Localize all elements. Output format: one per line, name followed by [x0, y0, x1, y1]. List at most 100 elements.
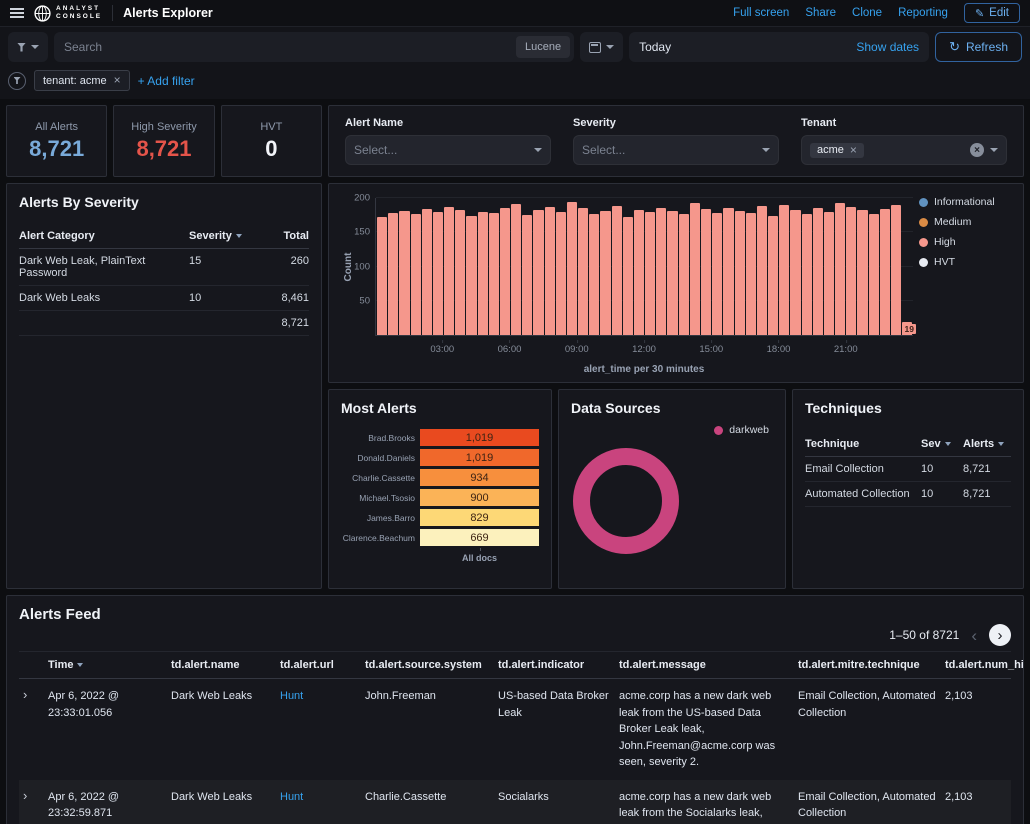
reporting-link[interactable]: Reporting [898, 7, 948, 19]
app-logo[interactable]: ANALYST CONSOLE [34, 5, 102, 22]
legend-item[interactable]: HVT [919, 256, 1011, 268]
close-icon[interactable] [114, 74, 121, 87]
data-sources-donut[interactable] [573, 448, 679, 554]
expand-row-icon[interactable] [19, 688, 43, 771]
filter-menu-icon[interactable] [8, 72, 26, 90]
histogram-bar[interactable] [690, 203, 700, 335]
histogram-bar[interactable] [377, 217, 387, 335]
legend-item[interactable]: Medium [919, 216, 1011, 228]
histogram-bar[interactable] [545, 207, 555, 335]
col-total[interactable]: Total [251, 230, 309, 242]
histogram-bar[interactable] [634, 210, 644, 335]
legend-item[interactable]: High [919, 236, 1011, 248]
histogram-bar[interactable] [455, 210, 465, 335]
histogram-bar[interactable] [411, 214, 421, 335]
histogram-bar[interactable] [667, 211, 677, 335]
histogram-bar[interactable] [891, 205, 901, 335]
date-value[interactable]: Today [639, 40, 671, 54]
refresh-button[interactable]: Refresh [935, 32, 1022, 62]
expand-row-icon[interactable] [19, 789, 43, 824]
histogram-bar[interactable] [623, 217, 633, 335]
hunt-link[interactable]: Hunt [280, 688, 360, 771]
col-alert-name[interactable]: td.alert.name [171, 659, 275, 671]
col-alert-category[interactable]: Alert Category [19, 230, 189, 242]
histogram-bar[interactable] [735, 211, 745, 335]
histogram-bar[interactable] [500, 208, 510, 335]
histogram-bar[interactable] [835, 203, 845, 335]
severity-select[interactable]: Select... [573, 135, 779, 165]
histogram-bar[interactable] [645, 212, 655, 335]
show-dates-link[interactable]: Show dates [856, 40, 919, 54]
col-mitre-technique[interactable]: td.alert.mitre.technique [798, 659, 940, 671]
histogram-bar[interactable] [723, 208, 733, 335]
histogram-bar[interactable] [880, 209, 890, 335]
histogram-bar[interactable] [813, 208, 823, 335]
col-message[interactable]: td.alert.message [619, 659, 793, 671]
full-screen-link[interactable]: Full screen [733, 7, 789, 19]
col-sev[interactable]: Sev [921, 438, 963, 450]
histogram-bar[interactable] [422, 209, 432, 335]
alert-name-select[interactable]: Select... [345, 135, 551, 165]
saved-query-button[interactable] [8, 32, 48, 62]
histogram-bar[interactable] [589, 214, 599, 335]
col-alert-url[interactable]: td.alert.url [280, 659, 360, 671]
legend-item[interactable]: Informational [919, 196, 1011, 208]
col-time[interactable]: Time [48, 659, 166, 671]
histogram-bar[interactable] [522, 215, 532, 335]
clone-link[interactable]: Clone [852, 7, 882, 19]
most-alerts-bar[interactable]: 1,019 [420, 429, 539, 446]
col-alerts[interactable]: Alerts [963, 438, 1011, 450]
tenant-select[interactable]: acme [801, 135, 1007, 165]
histogram-bar[interactable] [388, 213, 398, 335]
histogram-bar[interactable] [578, 208, 588, 335]
most-alerts-bar[interactable]: 829 [420, 509, 539, 526]
pagination-next-button[interactable] [989, 624, 1011, 646]
most-alerts-bar[interactable]: 1,019 [420, 449, 539, 466]
histogram-bar[interactable] [489, 213, 499, 335]
col-indicator[interactable]: td.alert.indicator [498, 659, 614, 671]
histogram-bar[interactable] [600, 211, 610, 335]
clear-selection-icon[interactable] [970, 143, 984, 157]
histogram-bar[interactable] [612, 206, 622, 335]
histogram-bar[interactable] [857, 210, 867, 335]
histogram-bar[interactable] [511, 204, 521, 335]
most-alerts-bar[interactable]: 900 [420, 489, 539, 506]
histogram-bar[interactable] [779, 205, 789, 335]
histogram-bar[interactable] [746, 213, 756, 335]
col-severity[interactable]: Severity [189, 230, 251, 242]
most-alerts-bar[interactable]: 669 [420, 529, 539, 546]
legend-item[interactable]: darkweb [714, 424, 769, 436]
histogram-bar[interactable] [824, 212, 834, 335]
most-alerts-bar[interactable]: 934 [420, 469, 539, 486]
search-input[interactable] [64, 40, 510, 54]
pagination-prev-button[interactable] [971, 627, 977, 644]
histogram-bar[interactable] [712, 213, 722, 335]
histogram-bar[interactable] [701, 209, 711, 335]
histogram-bar[interactable] [679, 214, 689, 335]
histogram-bar[interactable] [790, 210, 800, 335]
edit-button[interactable]: Edit [964, 3, 1020, 23]
histogram-bar[interactable] [478, 212, 488, 335]
histogram-bar[interactable] [433, 212, 443, 335]
histogram-bar[interactable] [802, 214, 812, 335]
hunt-link[interactable]: Hunt [280, 789, 360, 824]
histogram-bar[interactable] [768, 216, 778, 335]
histogram-bar[interactable] [466, 216, 476, 335]
add-filter-link[interactable]: + Add filter [138, 74, 195, 88]
date-picker-button[interactable] [580, 32, 623, 62]
tenant-chip-acme[interactable]: acme [810, 143, 864, 158]
histogram-bar[interactable] [757, 206, 767, 335]
histogram-bar[interactable] [533, 210, 543, 335]
histogram-bar[interactable] [556, 212, 566, 335]
histogram-bar[interactable] [869, 214, 879, 335]
filter-pill-tenant-acme[interactable]: tenant: acme [34, 70, 130, 91]
histogram-bar[interactable] [846, 207, 856, 335]
share-link[interactable]: Share [805, 7, 836, 19]
close-icon[interactable] [850, 144, 857, 157]
histogram-bar[interactable] [567, 202, 577, 335]
histogram-bar[interactable] [656, 208, 666, 335]
histogram-plot[interactable]: 5010015020019 [375, 198, 913, 336]
menu-icon[interactable] [10, 8, 24, 18]
col-num-hits[interactable]: td.alert.num_hits [945, 659, 1011, 671]
histogram-bar[interactable] [444, 207, 454, 335]
